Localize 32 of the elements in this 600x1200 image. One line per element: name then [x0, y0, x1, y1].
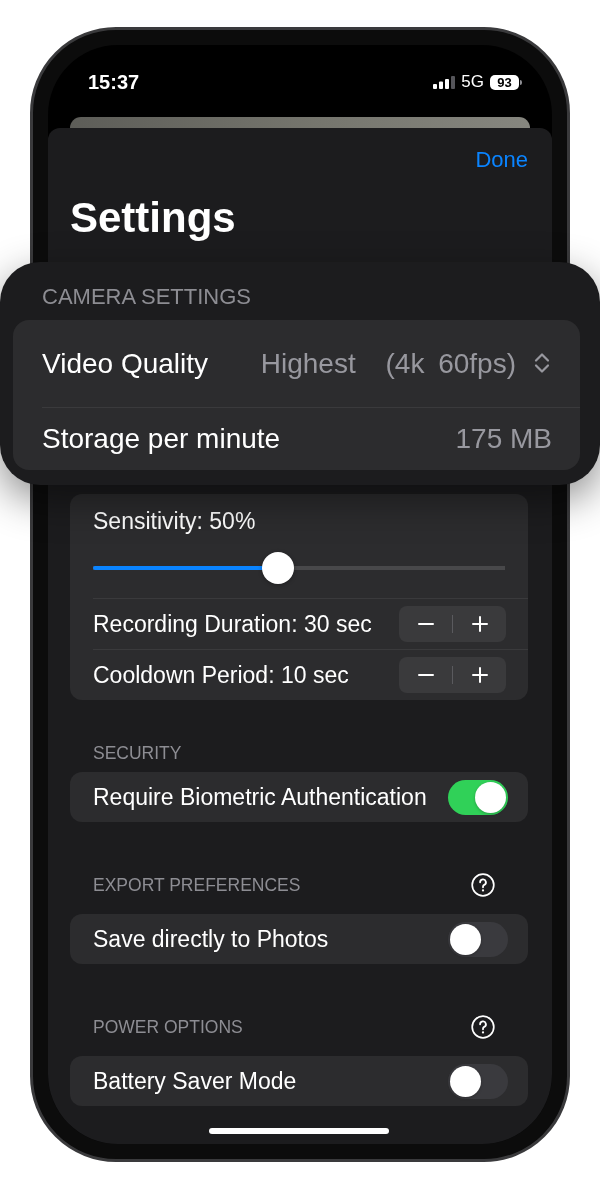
- help-icon[interactable]: [471, 873, 495, 897]
- increment-button[interactable]: [453, 657, 506, 693]
- setting-label: Battery Saver Mode: [93, 1068, 297, 1094]
- slider-thumb[interactable]: [262, 552, 295, 584]
- minus-icon: [417, 674, 434, 676]
- clock-time: 15:37: [88, 71, 140, 93]
- setting-value: 175 MB: [455, 422, 552, 456]
- setting-label: Save directly to Photos: [93, 926, 329, 952]
- section-header: CAMERA SETTINGS: [42, 285, 252, 309]
- help-icon[interactable]: [471, 1015, 495, 1039]
- section-header: POWER OPTIONS: [93, 1017, 243, 1037]
- section-header: EXPORT PREFERENCES: [93, 875, 301, 895]
- setting-label: Cooldown Period: 10 sec: [93, 662, 349, 688]
- picker-button[interactable]: Highest (4k 60fps): [260, 346, 550, 381]
- signal-icon: [433, 75, 456, 89]
- plus-icon: [471, 616, 488, 632]
- toggle-switch[interactable]: [448, 921, 508, 957]
- section-header: SECURITY: [93, 743, 182, 763]
- done-button[interactable]: Done: [475, 144, 528, 176]
- page-title: Settings: [70, 193, 236, 243]
- toggle-switch[interactable]: [448, 1063, 508, 1099]
- minus-icon: [417, 623, 434, 625]
- setting-label: Require Biometric Authentication: [93, 784, 427, 810]
- toggle-switch[interactable]: [448, 779, 508, 815]
- slider-label: Sensitivity: 50%: [93, 508, 256, 534]
- battery-indicator: 93: [490, 74, 522, 90]
- setting-label: Video Quality: [42, 346, 209, 381]
- increment-button[interactable]: [453, 606, 506, 642]
- setting-label: Storage per minute: [42, 422, 281, 456]
- network-label: 5G: [461, 71, 484, 93]
- setting-label: Recording Duration: 30 sec: [93, 611, 372, 637]
- plus-icon: [471, 667, 488, 683]
